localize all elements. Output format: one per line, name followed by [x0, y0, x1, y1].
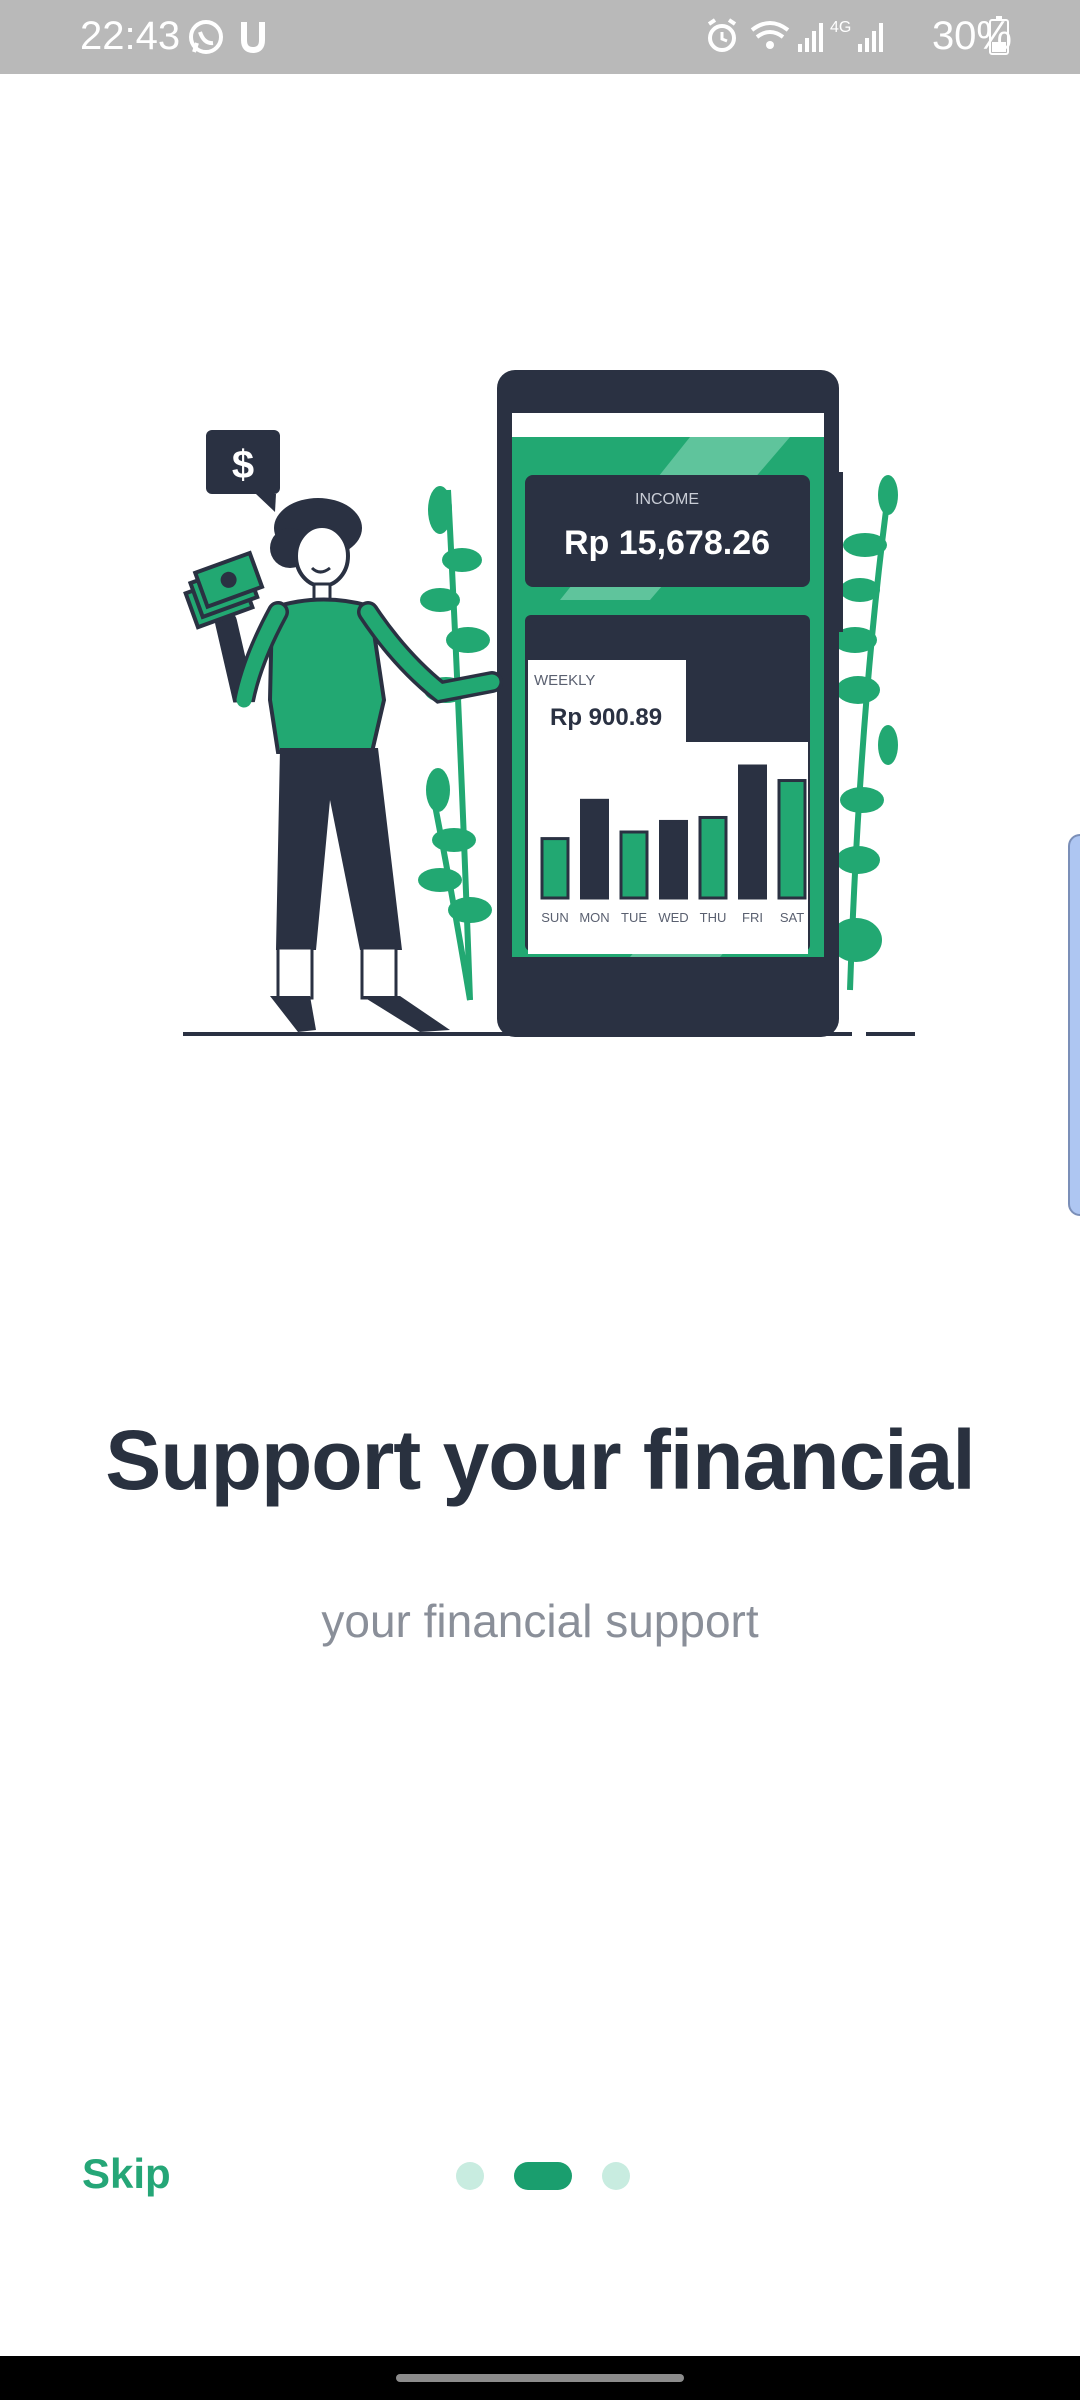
page-title: Support your financial [105, 1413, 975, 1507]
weekly-value: Rp 900.89 [550, 704, 662, 731]
income-label: INCOME [635, 491, 699, 508]
weekly-day-label: WED [658, 910, 688, 925]
weekly-bar-sun [540, 837, 570, 900]
page-dot-active[interactable] [514, 2162, 572, 2190]
weekly-bar-thu [698, 815, 728, 900]
page-dot[interactable] [602, 2162, 630, 2190]
page-dot[interactable] [456, 2162, 484, 2190]
weekly-day-label: THU [700, 910, 727, 925]
onboarding-illustration: INCOME Rp 15,678.26 WEEKLY Rp 900.89 SUN… [183, 370, 915, 1037]
weekly-bar-fri [738, 764, 767, 900]
home-gesture-pill[interactable] [396, 2374, 684, 2382]
plant-left [418, 486, 492, 1001]
weekly-day-label: SUN [541, 910, 568, 925]
weekly-day-label: SAT [780, 910, 804, 925]
weekly-bar-mon [580, 798, 609, 900]
income-value: Rp 15,678.26 [564, 524, 770, 562]
cash-bills [183, 550, 265, 630]
weekly-bar-tue [619, 830, 649, 900]
page-subtitle: your financial support [321, 1595, 759, 1647]
edge-panel-handle[interactable] [1068, 834, 1080, 1216]
navigation-bar [0, 2356, 1080, 2400]
skip-button[interactable]: Skip [82, 2150, 171, 2198]
weekly-day-label: MON [579, 910, 609, 925]
weekly-day-label: TUE [621, 910, 647, 925]
dollar-sign: $ [232, 443, 254, 487]
weekly-bar-wed [659, 819, 688, 900]
phone-mockup: INCOME Rp 15,678.26 WEEKLY Rp 900.89 SUN… [497, 370, 843, 1037]
weekly-day-label: FRI [742, 910, 763, 925]
weekly-label: WEEKLY [534, 672, 595, 689]
weekly-bar-sat [777, 779, 807, 900]
